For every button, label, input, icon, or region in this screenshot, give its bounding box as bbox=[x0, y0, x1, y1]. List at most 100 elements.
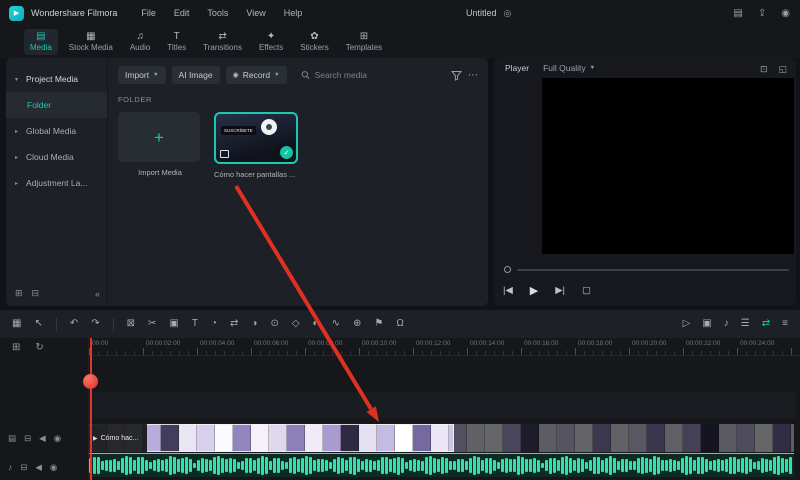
sync-status-icon[interactable]: ◎ bbox=[504, 8, 512, 19]
ruler-label: 00:00:10:00 bbox=[362, 340, 397, 347]
video-clip[interactable]: ▶ Cómo hac... bbox=[89, 424, 794, 452]
playhead[interactable] bbox=[90, 338, 92, 480]
hide-track-icon[interactable]: ◉ bbox=[50, 462, 57, 473]
preview-viewport[interactable] bbox=[542, 78, 794, 254]
loop-icon[interactable]: ↻ bbox=[35, 342, 43, 353]
tab-stock-media[interactable]: ▦ Stock Media bbox=[63, 29, 119, 55]
clip-thumbnail[interactable]: SUSCRÍBETE ✓ bbox=[214, 112, 298, 164]
waveform-bar bbox=[365, 459, 368, 472]
screen-record-icon[interactable]: ▣ bbox=[702, 319, 711, 329]
import-button[interactable]: Import ▼ bbox=[118, 66, 166, 84]
sidebar-item-folder[interactable]: Folder bbox=[6, 92, 107, 118]
mixer-icon[interactable]: ☰ bbox=[741, 319, 750, 329]
workspace-layout-icon[interactable]: ▤ bbox=[733, 8, 742, 19]
record-button[interactable]: ◉ Record ▼ bbox=[225, 66, 287, 84]
collapse-panel-icon[interactable]: « bbox=[95, 289, 100, 299]
snapshot-icon[interactable]: ⊡ bbox=[760, 64, 768, 75]
import-media-tile[interactable]: + Import Media bbox=[118, 112, 202, 177]
auto-ripple-icon[interactable]: ⇄ bbox=[762, 319, 770, 329]
redo-icon[interactable]: ↷ bbox=[91, 319, 99, 329]
delete-icon[interactable]: ⊠ bbox=[127, 319, 135, 329]
menu-file[interactable]: File bbox=[141, 8, 156, 18]
fullscreen-icon[interactable]: ◱ bbox=[778, 64, 787, 75]
marker-icon[interactable]: ⚑ bbox=[374, 319, 383, 329]
menu-edit[interactable]: Edit bbox=[174, 8, 190, 18]
undo-icon[interactable]: ↶ bbox=[70, 319, 78, 329]
menu-tools[interactable]: Tools bbox=[207, 8, 228, 18]
audio-clip[interactable] bbox=[89, 453, 794, 477]
ai-image-button[interactable]: AI Image bbox=[171, 66, 220, 84]
mute-track-icon[interactable]: ◀ bbox=[35, 462, 42, 473]
mute-track-icon[interactable]: ◀ bbox=[39, 433, 46, 444]
track-manage-icon[interactable]: ▦ bbox=[12, 319, 21, 329]
transition-icon[interactable]: ⇄ bbox=[230, 319, 238, 329]
text-icon[interactable]: T bbox=[192, 319, 198, 329]
clip-thumbnail-icon[interactable]: ▤ bbox=[8, 433, 16, 444]
prev-frame-button[interactable]: |◀ bbox=[503, 285, 513, 296]
delete-folder-icon[interactable]: ⊟ bbox=[32, 288, 40, 299]
speed-icon[interactable]: ◔ bbox=[211, 319, 217, 329]
waveform-bar bbox=[125, 456, 128, 475]
timeline-ruler[interactable]: 00:00 00:00:02:00 00:00:04:00 00:00:06:00 00… bbox=[89, 338, 800, 356]
import-media-dropzone[interactable]: + bbox=[118, 112, 200, 162]
seek-track[interactable] bbox=[517, 268, 789, 271]
sidebar-item-project-media[interactable]: ▾ Project Media bbox=[6, 66, 107, 92]
stop-button[interactable]: ▢ bbox=[582, 285, 591, 296]
export-icon[interactable]: ⇪ bbox=[758, 8, 766, 19]
sidebar-item-cloud-media[interactable]: ▸ Cloud Media bbox=[6, 144, 107, 170]
audio-track-icon[interactable]: ♪ bbox=[8, 462, 12, 473]
record-icon: ◉ bbox=[232, 72, 239, 79]
waveform-bar bbox=[465, 460, 468, 471]
waveform-bar bbox=[693, 459, 696, 472]
motion-icon[interactable]: ∿ bbox=[332, 319, 340, 329]
seek-bar[interactable] bbox=[504, 266, 789, 273]
media-clip-tile[interactable]: SUSCRÍBETE ✓ Cómo hacer pantallas ... bbox=[214, 112, 298, 179]
filter-icon[interactable] bbox=[451, 70, 462, 81]
tab-transitions[interactable]: ⇄ Transitions bbox=[197, 29, 248, 55]
lock-track-icon[interactable]: ⊟ bbox=[24, 433, 31, 444]
menu-help[interactable]: Help bbox=[284, 8, 303, 18]
add-track-icon[interactable]: ⊞ bbox=[12, 342, 20, 353]
seek-handle[interactable] bbox=[504, 266, 511, 273]
tab-templates[interactable]: ⊞ Templates bbox=[340, 29, 388, 55]
waveform-bar bbox=[153, 459, 156, 472]
video-track-header: ▤ ⊟ ◀ ◉ bbox=[8, 433, 61, 444]
next-frame-button[interactable]: ▶| bbox=[555, 285, 565, 296]
split-icon[interactable]: ✂ bbox=[148, 319, 156, 329]
tab-effects[interactable]: ✦ Effects bbox=[253, 29, 289, 55]
audio-waveform bbox=[89, 454, 794, 477]
account-icon[interactable]: ◉ bbox=[781, 8, 790, 19]
empty-track-lane[interactable] bbox=[89, 392, 796, 418]
menu-view[interactable]: View bbox=[246, 8, 265, 18]
waveform-bar bbox=[481, 460, 484, 471]
snap-icon[interactable]: Ω bbox=[396, 319, 403, 329]
tab-audio[interactable]: ♫ Audio bbox=[124, 29, 156, 55]
media-sidebar: ▾ Project Media Folder ▸ Global Media ▸ … bbox=[6, 58, 108, 306]
voiceover-icon[interactable]: ♪ bbox=[724, 319, 729, 329]
zoom-icon[interactable]: ⊕ bbox=[353, 319, 361, 329]
mask-icon[interactable]: ◐ bbox=[313, 319, 319, 329]
quality-dropdown[interactable]: Full Quality ▼ bbox=[543, 63, 595, 73]
tab-titles[interactable]: T Titles bbox=[161, 29, 192, 55]
waveform-bar bbox=[633, 461, 636, 470]
sidebar-item-adjustment-layer[interactable]: ▸ Adjustment La... bbox=[6, 170, 107, 196]
pointer-tool-icon[interactable]: ↖ bbox=[34, 319, 42, 329]
more-options-icon[interactable]: ⋯ bbox=[468, 70, 478, 81]
chroma-key-icon[interactable]: ⊙ bbox=[270, 319, 278, 329]
hide-track-icon[interactable]: ◉ bbox=[54, 433, 61, 444]
search-input[interactable] bbox=[314, 70, 445, 80]
render-preview-icon[interactable]: ▷ bbox=[683, 319, 691, 329]
playhead-handle[interactable] bbox=[83, 374, 98, 389]
tab-media[interactable]: ▤ Media bbox=[24, 29, 58, 55]
sidebar-item-global-media[interactable]: ▸ Global Media bbox=[6, 118, 107, 144]
tab-stickers[interactable]: ✿ Stickers bbox=[294, 29, 334, 55]
crop-icon[interactable]: ▣ bbox=[169, 319, 178, 329]
waveform-bar bbox=[585, 461, 588, 470]
play-button[interactable]: ▶ bbox=[530, 284, 538, 297]
keyframe-icon[interactable]: ◇ bbox=[292, 319, 300, 329]
track-size-icon[interactable]: ≡ bbox=[782, 319, 788, 329]
filmora-logo[interactable]: ▶ bbox=[9, 5, 24, 21]
new-folder-icon[interactable]: ⊞ bbox=[15, 288, 23, 299]
lock-track-icon[interactable]: ⊟ bbox=[20, 462, 27, 473]
color-icon[interactable]: ◑ bbox=[251, 319, 257, 329]
